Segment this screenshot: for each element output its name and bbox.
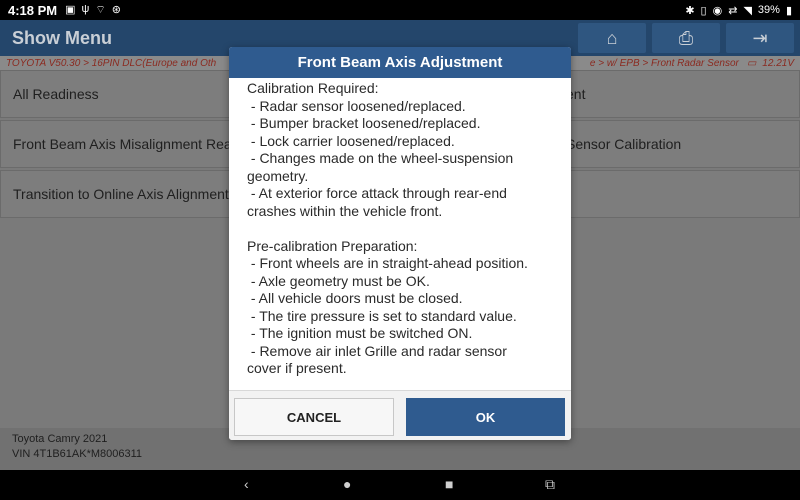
dialog-line: - The ignition must be switched ON. bbox=[247, 325, 473, 341]
battery-level: 39% bbox=[757, 4, 780, 16]
menu-item-label: Front Beam Axis Misalignment Rea bbox=[13, 136, 232, 152]
voltage-readout: 12.21V bbox=[762, 57, 794, 69]
dialog-line bbox=[247, 220, 571, 238]
dialog-line: - Front wheels are in straight-ahead pos… bbox=[247, 255, 528, 271]
vibrate-icon: ▯ bbox=[700, 4, 707, 17]
dialog-line: - Lock carrier loosened/replaced. bbox=[247, 132, 455, 149]
vehicle-vin: VIN 4T1B61AK*M8006311 bbox=[12, 448, 143, 460]
navigation-bar: ‹ ● ■ ⧉ bbox=[0, 470, 800, 500]
dialog-line: - Axle geometry must be OK. bbox=[247, 272, 430, 289]
signal-icon: ⇄ bbox=[728, 4, 738, 17]
breadcrumb-path-right: e > w/ EPB > Front Radar Sensor bbox=[589, 57, 739, 69]
print-button[interactable]: ⎙ bbox=[652, 23, 720, 53]
exit-icon: ⇥ bbox=[752, 27, 768, 48]
dialog-line: cover if present. bbox=[247, 360, 347, 376]
dialog-line: - All vehicle doors must be closed. bbox=[247, 290, 463, 306]
battery-voltage-icon: ▭ bbox=[746, 57, 757, 69]
menu-item-label: Sensor Calibration bbox=[566, 136, 682, 152]
home-nav-icon[interactable]: ● bbox=[343, 476, 351, 492]
bluetooth-icon: ✱ bbox=[685, 4, 695, 17]
screenshot-icon[interactable]: ⧉ bbox=[545, 476, 555, 493]
calibration-dialog: Front Beam Axis Adjustment Calibration R… bbox=[229, 47, 571, 440]
dialog-line: - Radar sensor loosened/replaced. bbox=[247, 97, 466, 114]
usb-icon: ψ bbox=[81, 3, 90, 15]
dialog-line: - At exterior force attack through rear-… bbox=[247, 185, 507, 201]
battery-icon: ▮ bbox=[785, 4, 792, 17]
exit-button[interactable]: ⇥ bbox=[726, 23, 794, 53]
location-icon: ◉ bbox=[712, 4, 723, 17]
print-icon: ⎙ bbox=[678, 27, 694, 48]
image-icon: ▣ bbox=[65, 4, 76, 16]
home-icon: ⌂ bbox=[606, 27, 618, 48]
ok-button[interactable]: OK bbox=[406, 398, 565, 436]
dialog-line: - Remove air inlet Grille and radar sens… bbox=[247, 342, 507, 359]
home-button[interactable]: ⌂ bbox=[578, 23, 646, 53]
cancel-button[interactable]: CANCEL bbox=[234, 398, 394, 436]
recents-icon[interactable]: ■ bbox=[445, 476, 453, 492]
status-bar: 4:18 PM ▣ ψ ⌔ ⊛ ✱ ▯ ◉ ⇄ ◥ 39% ▮ bbox=[0, 0, 800, 20]
back-icon[interactable]: ‹ bbox=[244, 476, 249, 492]
dialog-line: geometry. bbox=[247, 167, 309, 184]
dialog-line: - Changes made on the wheel-suspension bbox=[247, 150, 514, 166]
dialog-line: - The tire pressure is set to standard v… bbox=[247, 307, 517, 324]
menu-item-label: All Readiness bbox=[13, 86, 99, 102]
wifi-icon: ◥ bbox=[743, 4, 752, 17]
dialog-title: Front Beam Axis Adjustment bbox=[229, 47, 571, 78]
dialog-body: Calibration Required: - Radar sensor loo… bbox=[229, 78, 571, 390]
menu-item-label: Transition to Online Axis Alignment bbox=[13, 186, 229, 202]
page-title: Show Menu bbox=[12, 27, 112, 48]
dialog-line: Calibration Required: bbox=[247, 80, 379, 96]
dialog-footer: CANCEL OK bbox=[229, 390, 571, 440]
dialog-line: - Bumper bracket loosened/replaced. bbox=[247, 115, 481, 131]
dialog-line: crashes within the vehicle front. bbox=[247, 202, 443, 219]
steering-icon: ⊛ bbox=[111, 4, 121, 16]
dialog-line: Pre-calibration Preparation: bbox=[247, 237, 418, 254]
clock: 4:18 PM bbox=[8, 2, 58, 18]
wifi-off-icon: ⌔ bbox=[95, 4, 106, 16]
